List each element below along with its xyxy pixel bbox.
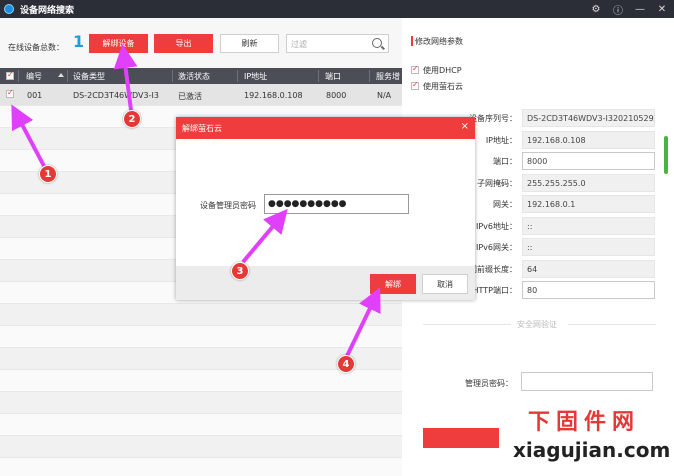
port-label: 端口： bbox=[493, 157, 517, 166]
header-device-type[interactable]: 设备类型 bbox=[73, 71, 105, 82]
dialog-footer: 解绑 取消 bbox=[176, 266, 475, 300]
dhcp-option[interactable]: 使用DHCP bbox=[411, 64, 462, 76]
minimize-icon[interactable]: — bbox=[634, 3, 646, 15]
toolbar: 在线设备总数： 1 解绑设备 导出 刷新 过滤 bbox=[0, 18, 402, 68]
watermark-cn: 下固件网 bbox=[528, 410, 641, 435]
serial-field: DS-2CD3T46WDV3-I320210529AA bbox=[522, 109, 655, 127]
table-row-empty bbox=[0, 326, 402, 348]
scrollbar-thumb[interactable] bbox=[664, 136, 668, 174]
cell-ip-address: 192.168.0.108 bbox=[244, 91, 303, 100]
ezviz-option[interactable]: 使用萤石云 bbox=[411, 80, 463, 92]
port-field[interactable]: 8000 bbox=[522, 152, 655, 170]
cell-number: 001 bbox=[27, 91, 43, 100]
table-row-empty bbox=[0, 414, 402, 436]
filter-input[interactable]: 过滤 bbox=[286, 34, 389, 53]
ipv6-gateway-field: :: bbox=[522, 238, 655, 256]
cell-port: 8000 bbox=[326, 91, 347, 100]
row-checkbox[interactable] bbox=[6, 88, 14, 98]
app-logo-icon bbox=[4, 4, 14, 14]
cell-activation-status: 已激活 bbox=[178, 92, 202, 101]
table-row[interactable]: 001 DS-2CD3T46WDV3-I3 已激活 192.168.0.108 … bbox=[0, 84, 402, 106]
divider bbox=[423, 324, 511, 325]
admin-password-input[interactable] bbox=[521, 372, 653, 391]
dialog-close-icon[interactable]: × bbox=[461, 121, 469, 132]
ip-label: IP地址： bbox=[485, 136, 517, 145]
ipv6-prefix-field: 64 bbox=[522, 260, 655, 278]
step-badge-2: 2 bbox=[123, 110, 141, 128]
ipv6-address-label: IPv6地址： bbox=[475, 222, 517, 231]
header-service[interactable]: 服务增 bbox=[376, 71, 400, 82]
sort-up-icon[interactable] bbox=[58, 73, 64, 77]
close-icon[interactable]: ✕ bbox=[656, 3, 668, 15]
subnet-field: 255.255.255.0 bbox=[522, 174, 655, 192]
table-row-empty bbox=[0, 370, 402, 392]
refresh-button[interactable]: 刷新 bbox=[220, 34, 279, 53]
table-row-empty bbox=[0, 304, 402, 326]
header-port[interactable]: 端口 bbox=[325, 71, 341, 82]
dialog-body: 设备管理员密码 ●●●●●●●●●● bbox=[176, 139, 475, 266]
panel-title: 修改网络参数 bbox=[415, 37, 463, 46]
export-button[interactable]: 导出 bbox=[154, 34, 213, 53]
ip-field: 192.168.0.108 bbox=[522, 131, 655, 149]
header-ip-address[interactable]: IP地址 bbox=[244, 71, 267, 82]
unbind-device-button[interactable]: 解绑设备 bbox=[89, 34, 148, 53]
dialog-title: 解绑萤石云 bbox=[182, 124, 222, 133]
ipv6-gateway-label: IPv6网关： bbox=[475, 243, 517, 252]
header-activation-status[interactable]: 激活状态 bbox=[178, 71, 210, 82]
filter-placeholder: 过滤 bbox=[291, 40, 307, 49]
dialog-header: 解绑萤石云 × bbox=[176, 117, 475, 139]
ezviz-checkbox[interactable] bbox=[411, 80, 419, 90]
password-input[interactable]: ●●●●●●●●●● bbox=[264, 194, 409, 214]
cell-device-type: DS-2CD3T46WDV3-I3 bbox=[73, 91, 159, 100]
search-icon[interactable] bbox=[372, 38, 382, 48]
header-number[interactable]: 编号 bbox=[26, 71, 42, 82]
subnet-label: 子网掩码： bbox=[477, 179, 517, 188]
window-title: 设备网络搜索 bbox=[20, 5, 75, 16]
admin-password-label: 管理员密码： bbox=[465, 379, 513, 388]
cell-service: N/A bbox=[377, 91, 392, 100]
section-accent-bar bbox=[411, 36, 413, 46]
table-row-empty bbox=[0, 458, 402, 476]
ezviz-label: 使用萤石云 bbox=[423, 82, 463, 91]
info-icon[interactable]: ⓘ bbox=[612, 3, 624, 17]
unbind-dialog: 解绑萤石云 × 设备管理员密码 ●●●●●●●●●● 解绑 取消 bbox=[176, 117, 475, 300]
http-port-label: HTTP端口： bbox=[472, 286, 517, 295]
watermark-en: xiagujian.com bbox=[513, 438, 671, 462]
online-count: 1 bbox=[73, 32, 85, 51]
step-badge-4: 4 bbox=[337, 355, 355, 373]
window-controls: ⚙ ⓘ — ✕ bbox=[590, 0, 668, 18]
table-header: 编号 设备类型 激活状态 IP地址 端口 服务增 bbox=[0, 68, 402, 84]
http-port-field[interactable]: 80 bbox=[522, 281, 655, 299]
table-row-empty bbox=[0, 392, 402, 414]
divider bbox=[568, 324, 656, 325]
online-count-label: 在线设备总数： bbox=[8, 43, 64, 52]
step-badge-3: 3 bbox=[231, 262, 249, 280]
admin-password-label: 设备管理员密码 bbox=[200, 201, 256, 210]
dhcp-checkbox[interactable] bbox=[411, 64, 419, 74]
step-badge-1: 1 bbox=[39, 165, 57, 183]
cancel-button[interactable]: 取消 bbox=[422, 274, 468, 294]
table-row-empty bbox=[0, 436, 402, 458]
security-section-title: 安全网验证 bbox=[517, 320, 557, 329]
gateway-field: 192.168.0.1 bbox=[522, 195, 655, 213]
gear-icon[interactable]: ⚙ bbox=[590, 3, 602, 15]
select-all-checkbox[interactable] bbox=[6, 70, 14, 80]
ipv6-address-field: :: bbox=[522, 217, 655, 235]
unbind-confirm-button[interactable]: 解绑 bbox=[370, 274, 416, 294]
gateway-label: 网关： bbox=[493, 200, 517, 209]
title-bar: 设备网络搜索 ⚙ ⓘ — ✕ bbox=[0, 0, 674, 18]
dhcp-label: 使用DHCP bbox=[423, 66, 462, 75]
modify-button[interactable] bbox=[423, 428, 499, 448]
serial-label: 设备序列号： bbox=[469, 114, 517, 123]
